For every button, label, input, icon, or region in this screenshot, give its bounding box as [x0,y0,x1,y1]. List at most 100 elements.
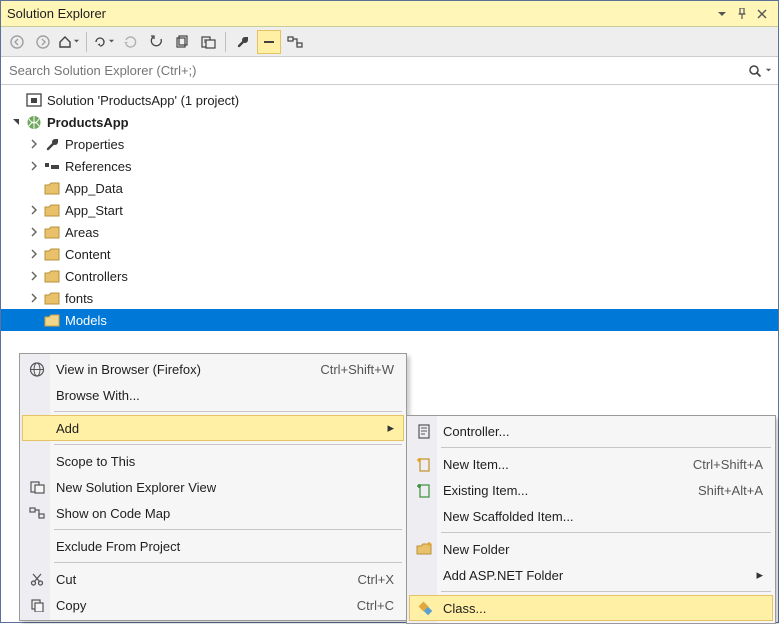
expander-icon[interactable] [27,269,41,283]
menu-item-label: New Item... [443,457,663,472]
tree-item-properties[interactable]: Properties [1,133,778,155]
cut-icon [26,566,48,592]
title-text: Solution Explorer [7,6,712,21]
solution-node[interactable]: Solution 'ProductsApp' (1 project) [1,89,778,111]
menu-existing-item[interactable]: Existing Item... Shift+Alt+A [409,477,773,503]
folder-icon [43,180,61,196]
solution-icon [25,92,43,108]
wrench-icon [43,136,61,152]
menu-controller[interactable]: Controller... [409,418,773,444]
tree-item-label: App_Data [65,181,123,196]
menu-cut[interactable]: Cut Ctrl+X [22,566,404,592]
context-menu: View in Browser (Firefox) Ctrl+Shift+W B… [19,353,407,621]
menu-separator [54,562,402,563]
toolbar-separator [225,32,226,52]
expander-icon[interactable] [27,225,41,239]
toolbar-separator [86,32,87,52]
browser-icon [26,356,48,382]
menu-shortcut: Ctrl+X [358,572,394,587]
controller-icon [413,418,435,444]
menu-item-label: Browse With... [56,388,394,403]
forward-button[interactable] [31,30,55,54]
codemap-icon [26,500,48,526]
expander-open-icon[interactable] [9,115,23,129]
tree-item-label: fonts [65,291,93,306]
menu-new-folder[interactable]: New Folder [409,536,773,562]
properties-button[interactable] [231,30,255,54]
menu-scaffold[interactable]: New Scaffolded Item... [409,503,773,529]
search-input[interactable] [7,62,748,79]
tree-item-content[interactable]: Content [1,243,778,265]
expander-icon[interactable] [27,137,41,151]
title-bar: Solution Explorer [1,1,778,27]
new-folder-icon [413,536,435,562]
expander-icon[interactable] [27,203,41,217]
folder-icon [43,268,61,284]
menu-item-label: Cut [56,572,328,587]
search-button[interactable] [748,64,772,78]
menu-exclude[interactable]: Exclude From Project [22,533,404,559]
menu-copy[interactable]: Copy Ctrl+C [22,592,404,618]
menu-item-label: New Scaffolded Item... [443,509,763,524]
toolbar [1,27,778,57]
project-node[interactable]: ProductsApp [1,111,778,133]
menu-item-label: View in Browser (Firefox) [56,362,290,377]
menu-separator [54,411,402,412]
menu-item-label: Scope to This [56,454,394,469]
tree-item-label: Areas [65,225,99,240]
menu-item-label: Add ASP.NET Folder [443,568,736,583]
menu-class[interactable]: Class... [409,595,773,621]
class-icon [414,596,436,620]
menu-separator [441,447,771,448]
collapse-all-button[interactable] [144,30,168,54]
preview-button[interactable] [257,30,281,54]
tree-item-areas[interactable]: Areas [1,221,778,243]
tree-item-appstart[interactable]: App_Start [1,199,778,221]
menu-item-label: Exclude From Project [56,539,394,554]
menu-browse-with[interactable]: Browse With... [22,382,404,408]
search-row [1,57,778,85]
home-button[interactable] [57,30,81,54]
menu-new-view[interactable]: New Solution Explorer View [22,474,404,500]
refresh-button[interactable] [118,30,142,54]
back-button[interactable] [5,30,29,54]
expander-icon[interactable] [27,291,41,305]
menu-scope[interactable]: Scope to This [22,448,404,474]
copy-icon [26,592,48,618]
new-item-icon [413,451,435,477]
tree-item-appdata[interactable]: App_Data [1,177,778,199]
menu-separator [441,532,771,533]
menu-shortcut: Ctrl+C [357,598,394,613]
tree-item-references[interactable]: References [1,155,778,177]
menu-shortcut: Ctrl+Shift+W [320,362,394,377]
tree-item-controllers[interactable]: Controllers [1,265,778,287]
menu-item-label: Add [56,421,367,436]
show-all-files-button[interactable] [170,30,194,54]
tree: Solution 'ProductsApp' (1 project) Produ… [1,85,778,335]
menu-view-in-browser[interactable]: View in Browser (Firefox) Ctrl+Shift+W [22,356,404,382]
menu-item-label: Show on Code Map [56,506,394,521]
menu-add[interactable]: Add ▸ [22,415,404,441]
window-position-button[interactable] [712,4,732,24]
expander-icon[interactable] [27,247,41,261]
tree-item-label: Models [65,313,107,328]
tree-item-label: References [65,159,131,174]
pin-button[interactable] [732,4,752,24]
tree-item-models[interactable]: Models [1,309,778,331]
folder-icon [43,224,61,240]
sync-button[interactable] [92,30,116,54]
close-button[interactable] [752,4,772,24]
code-map-button[interactable] [283,30,307,54]
folder-icon [43,312,61,328]
submenu-arrow-icon: ▸ [756,567,763,583]
menu-codemap[interactable]: Show on Code Map [22,500,404,526]
menu-aspnet-folder[interactable]: Add ASP.NET Folder ▸ [409,562,773,588]
menu-item-label: Controller... [443,424,763,439]
tree-item-fonts[interactable]: fonts [1,287,778,309]
folder-icon [43,290,61,306]
menu-item-label: Copy [56,598,327,613]
preview-selected-button[interactable] [196,30,220,54]
expander-icon[interactable] [27,159,41,173]
tree-item-label: Properties [65,137,124,152]
menu-new-item[interactable]: New Item... Ctrl+Shift+A [409,451,773,477]
